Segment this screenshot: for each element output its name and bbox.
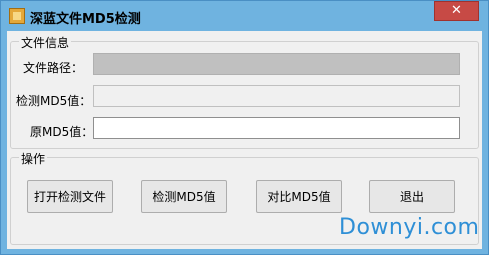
original-md5-field[interactable] — [93, 117, 460, 139]
app-window: 深蓝文件MD5检测 ✕ 文件信息 文件路径： 检测MD5值： 原MD5值： 操作… — [0, 0, 489, 255]
watermark-text: Downyi.com — [339, 215, 480, 240]
file-info-legend: 文件信息 — [19, 34, 72, 51]
open-file-button[interactable]: 打开检测文件 — [27, 180, 113, 213]
title-bar[interactable]: 深蓝文件MD5检测 ✕ — [1, 1, 488, 31]
operations-legend: 操作 — [19, 150, 48, 167]
window-title: 深蓝文件MD5检测 — [30, 12, 141, 27]
close-button[interactable]: ✕ — [434, 1, 479, 21]
original-md5-label: 原MD5值： — [30, 125, 94, 139]
file-path-label: 文件路径： — [23, 61, 84, 75]
close-icon: ✕ — [451, 3, 462, 18]
compare-md5-button[interactable]: 对比MD5值 — [256, 180, 342, 213]
file-path-field[interactable] — [93, 53, 460, 75]
app-icon — [9, 8, 25, 24]
detect-md5-button[interactable]: 检测MD5值 — [141, 180, 227, 213]
exit-button[interactable]: 退出 — [369, 180, 455, 213]
detected-md5-label: 检测MD5值： — [16, 94, 92, 108]
detected-md5-field[interactable] — [93, 85, 460, 107]
